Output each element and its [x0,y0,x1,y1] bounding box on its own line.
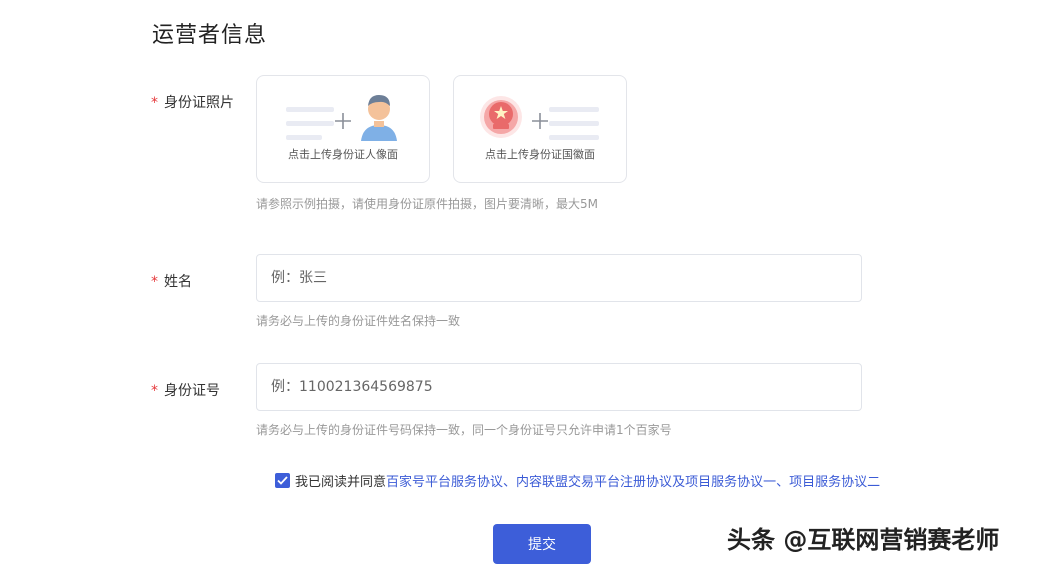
id-back-caption: 点击上传身份证国徽面 [485,148,595,161]
upload-id-back-button[interactable]: 点击上传身份证国徽面 [453,75,627,183]
name-hint: 请务必与上传的身份证件姓名保持一致 [256,314,461,328]
id-number-label: * 身份证号 [151,380,220,400]
project-service-agreement-2-link[interactable]: 项目服务协议二 [789,471,880,490]
id-number-hint: 请务必与上传的身份证件号码保持一致，同一个身份证号只允许申请1个百家号 [256,423,672,437]
agreement-row: 我已阅读并同意 百家号平台服务协议、内容联盟交易平台注册协议及项目服务协议一、项目… [275,470,880,490]
agreement-prefix: 我已阅读并同意 [295,474,387,490]
required-mark: * [151,383,158,399]
name-label: * 姓名 [151,271,192,291]
agreement-checkbox[interactable] [275,472,290,488]
required-mark: * [151,274,158,290]
id-number-label-text: 身份证号 [164,383,220,399]
name-label-text: 姓名 [164,274,192,290]
required-mark: * [151,95,158,111]
agreement-separator: 、 [503,474,517,490]
section-title: 运营者信息 [152,23,268,48]
id-photo-label: * 身份证照片 [151,92,234,112]
id-number-input[interactable] [256,363,862,411]
project-service-agreement-1-link[interactable]: 项目服务协议一 [685,471,776,490]
upload-id-front-button[interactable]: 点击上传身份证人像面 [256,75,430,183]
watermark: 头条 @互联网营销赛老师 [727,526,1000,554]
agreement-separator: 、 [776,474,790,490]
id-front-illustration-icon [286,95,397,141]
id-front-caption: 点击上传身份证人像面 [288,148,398,161]
submit-button[interactable]: 提交 [493,524,591,564]
id-photo-hint: 请参照示例拍摄，请使用身份证原件拍摄，图片要清晰，最大5M [256,197,598,211]
baijiahao-service-agreement-link[interactable]: 百家号平台服务协议 [386,471,503,490]
checkmark-icon [277,475,288,485]
content-alliance-agreement-link[interactable]: 内容联盟交易平台注册协议 [516,471,672,490]
id-photo-label-text: 身份证照片 [164,95,234,111]
name-input[interactable] [256,254,862,302]
national-emblem-icon [480,96,599,140]
agreement-separator: 及 [672,474,686,490]
